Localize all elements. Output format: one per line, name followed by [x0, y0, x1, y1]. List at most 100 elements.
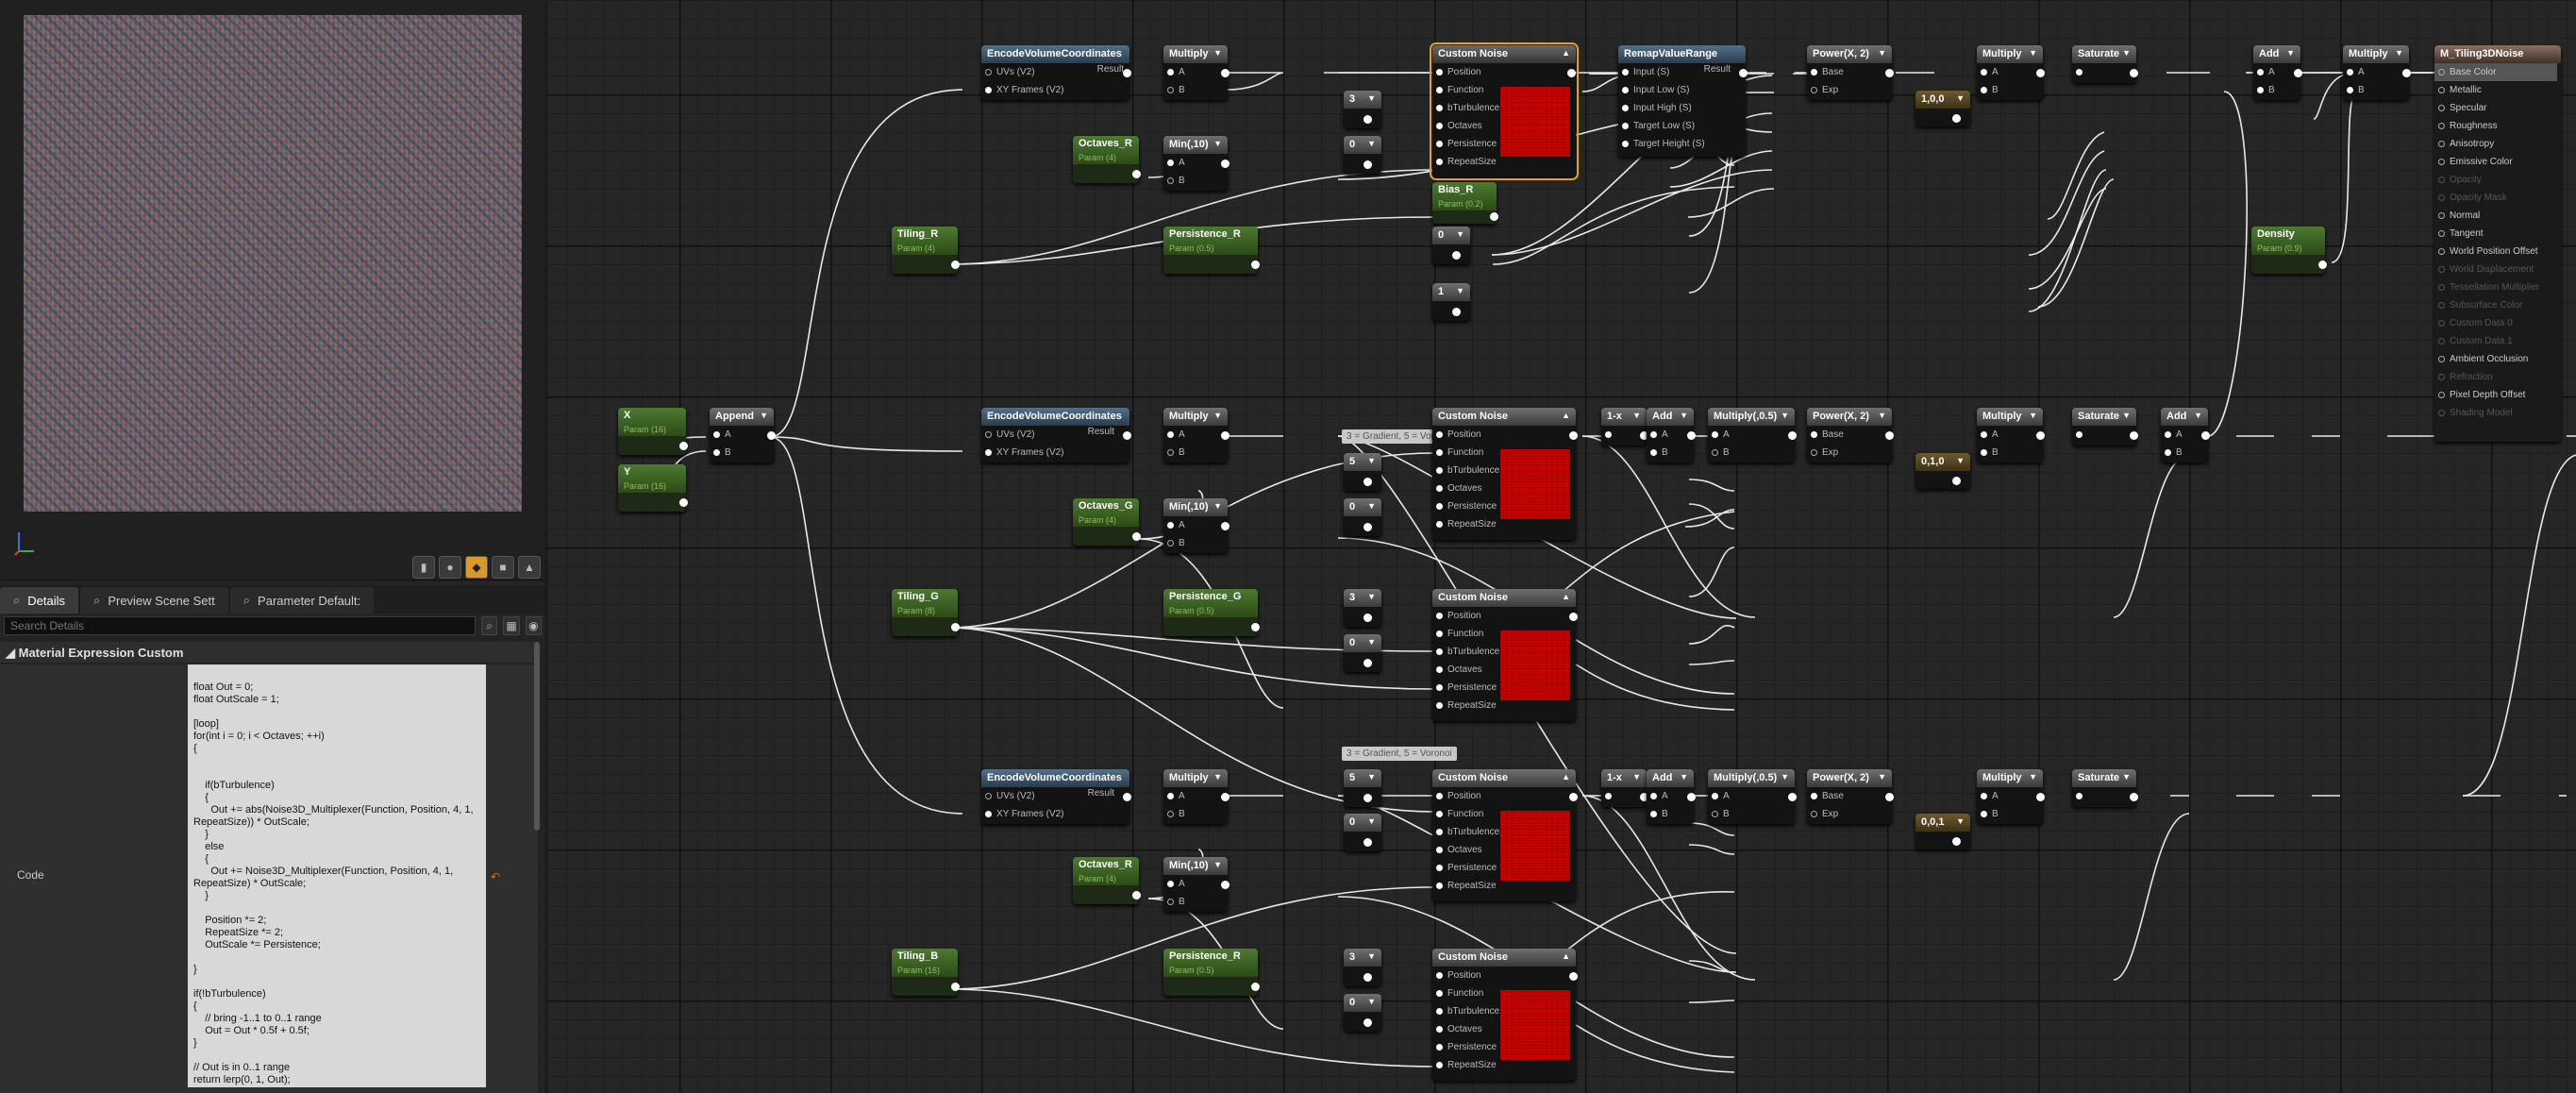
- result-output-pin[interactable]: [1123, 69, 1131, 77]
- one-minus-node-g[interactable]: 1-x ▼: [1601, 408, 1648, 446]
- tab-details[interactable]: ⌕ Details: [0, 587, 79, 614]
- multiply-node-b2[interactable]: Multiply ▼ A B: [1977, 769, 2045, 824]
- a-pin[interactable]: A: [1977, 63, 2043, 81]
- persistence-b-param-node[interactable]: Persistence_R Param (0.5): [1163, 949, 1260, 996]
- min-node-b[interactable]: Min(,10) ▼ A B: [1163, 857, 1229, 912]
- result-pin-refraction[interactable]: Refraction: [2434, 368, 2561, 386]
- min-node-g[interactable]: Min(,10) ▼ A B: [1163, 498, 1229, 553]
- custom-noise-node-b2[interactable]: Custom Noise ▲ Position Function bTurbule…: [1432, 949, 1578, 1081]
- target-high-pin[interactable]: Target Height (S): [1618, 135, 1746, 153]
- bias-r-param-node[interactable]: Bias_R Param (0.2): [1432, 182, 1498, 224]
- section-header[interactable]: ◢ Material Expression Custom: [0, 642, 538, 663]
- b-pin[interactable]: B: [2343, 81, 2409, 99]
- multiply-node-r2[interactable]: Multiply ▼ A B: [1977, 45, 2045, 100]
- a-pin[interactable]: A: [710, 426, 774, 444]
- output-pin[interactable]: [1221, 69, 1229, 77]
- xy-frames-pin[interactable]: XY Frames (V2): [981, 81, 1129, 99]
- add-node-final[interactable]: Add ▼ A B: [2253, 45, 2302, 100]
- output-pin[interactable]: [951, 261, 960, 269]
- multiply-half-node-b[interactable]: Multiply(,0.5) ▼ A B: [1708, 769, 1797, 824]
- constant-0-node[interactable]: 0 ▼: [1344, 136, 1381, 174]
- result-pin-subsurface-color[interactable]: Subsurface Color: [2434, 296, 2561, 314]
- constant-1-node[interactable]: 1 ▼: [1432, 283, 1470, 321]
- custom-noise-node-g2[interactable]: Custom Noise ▲ Position Function bTurbule…: [1432, 589, 1578, 721]
- b-pin[interactable]: B: [1163, 172, 1228, 190]
- result-pin-anisotropy[interactable]: Anisotropy: [2434, 135, 2561, 153]
- result-pin-base-color[interactable]: Base Color: [2434, 63, 2557, 81]
- position-pin[interactable]: Position: [1432, 63, 1576, 81]
- preview-viewport[interactable]: ▮ ● ◆ ■ ▲: [0, 0, 545, 580]
- y-param-node[interactable]: Y Param (16): [618, 464, 688, 512]
- cube-preview-icon[interactable]: ■: [492, 556, 514, 579]
- constant-0-node-b2[interactable]: 0 ▼: [1344, 994, 1381, 1032]
- saturate-node-b[interactable]: Saturate ▼: [2072, 769, 2138, 807]
- custom-noise-node-r[interactable]: Custom Noise ▲ Position Function bTurbule…: [1430, 42, 1579, 180]
- search-icon[interactable]: ⌕: [481, 616, 498, 635]
- code-textbox[interactable]: float Out = 0; float OutScale = 1; [loop…: [188, 664, 486, 1087]
- b-pin[interactable]: B: [710, 444, 774, 462]
- tiling-b-param-node[interactable]: Tiling_B Param (16): [892, 949, 960, 996]
- result-pin-opacity[interactable]: Opacity: [2434, 171, 2561, 189]
- result-pin-custom-data-1[interactable]: Custom Data 1: [2434, 332, 2561, 350]
- constant-3-node-g[interactable]: 3 ▼: [1344, 589, 1381, 627]
- result-pin-custom-data-0[interactable]: Custom Data 0: [2434, 314, 2561, 332]
- multiply-node-r[interactable]: Multiply ▼ A B: [1163, 45, 1229, 100]
- constant-5-node-b[interactable]: 5 ▼: [1344, 769, 1381, 807]
- constant-0-node-g2[interactable]: 0 ▼: [1344, 634, 1381, 672]
- result-pin-roughness[interactable]: Roughness: [2434, 117, 2561, 135]
- multiply-node-final[interactable]: Multiply ▼ A B: [2343, 45, 2411, 100]
- result-pin-world-position-offset[interactable]: World Position Offset: [2434, 243, 2561, 261]
- output-pin[interactable]: [1885, 69, 1894, 77]
- one-minus-node-b[interactable]: 1-x ▼: [1601, 769, 1648, 807]
- custom-noise-node-b1[interactable]: Custom Noise ▲ Position Function bTurbule…: [1432, 769, 1578, 901]
- base-pin[interactable]: Base: [1807, 63, 1892, 81]
- multiply-half-node-g[interactable]: Multiply(,0.5) ▼ A B: [1708, 408, 1797, 462]
- output-pin[interactable]: [1221, 160, 1229, 168]
- cylinder-preview-icon[interactable]: ▮: [412, 556, 435, 579]
- result-pin-opacity-mask[interactable]: Opacity Mask: [2434, 189, 2561, 207]
- output-pin[interactable]: [1132, 170, 1141, 178]
- material-result-node[interactable]: M_Tiling3DNoise Base Color Metallic Specul…: [2434, 45, 2561, 442]
- octaves-g-param-node[interactable]: Octaves_G Param (4): [1073, 498, 1141, 546]
- comment-bubble[interactable]: 3 = Gradient, 5 = Voronoi: [1342, 747, 1457, 761]
- vector-010-node[interactable]: 0,1,0 ▼: [1915, 453, 1970, 489]
- constant-0-node-g[interactable]: 0 ▼: [1344, 498, 1381, 536]
- a-pin[interactable]: A: [1163, 154, 1228, 172]
- encode-volume-coordinates-node-g[interactable]: EncodeVolumeCoordinates UVs (V2) XY Fram…: [981, 408, 1131, 462]
- tab-parameter-defaults[interactable]: ⌕ Parameter Default:: [229, 587, 375, 614]
- search-details-input[interactable]: [4, 616, 476, 635]
- exp-pin[interactable]: Exp: [1807, 81, 1892, 99]
- tiling-g-param-node[interactable]: Tiling_G Param (8): [892, 589, 960, 636]
- power-node-g[interactable]: Power(X, 2) ▼ Base Exp: [1807, 408, 1894, 462]
- result-pin-specular[interactable]: Specular: [2434, 99, 2561, 117]
- output-pin[interactable]: [1490, 212, 1498, 221]
- sphere-preview-icon[interactable]: ●: [439, 556, 461, 579]
- a-pin[interactable]: A: [1163, 63, 1228, 81]
- result-pin-pixel-depth-offset[interactable]: Pixel Depth Offset: [2434, 386, 2561, 404]
- target-low-pin[interactable]: Target Low (S): [1618, 117, 1746, 135]
- constant-3-node-b[interactable]: 3 ▼: [1344, 949, 1381, 986]
- output-pin[interactable]: [1567, 69, 1576, 77]
- constant-3-node[interactable]: 3 ▼: [1344, 91, 1381, 128]
- saturate-node-r[interactable]: Saturate ▼: [2072, 45, 2138, 83]
- encode-volume-coordinates-node-r[interactable]: EncodeVolumeCoordinates UVs (V2) XY Fram…: [981, 45, 1131, 100]
- input-high-pin[interactable]: Input High (S): [1618, 99, 1746, 117]
- result-pin-normal[interactable]: Normal: [2434, 207, 2561, 225]
- material-graph-canvas[interactable]: EncodeVolumeCoordinates UVs (V2) XY Fram…: [547, 0, 2576, 1093]
- multiply-node-b[interactable]: Multiply ▼ A B: [1163, 769, 1229, 824]
- multiply-node-g2[interactable]: Multiply ▼ A B: [1977, 408, 2045, 462]
- add-node-gb[interactable]: Add ▼ A B: [2161, 408, 2210, 462]
- input-low-pin[interactable]: Input Low (S): [1618, 81, 1746, 99]
- density-param-node[interactable]: Density Param (0.9): [2251, 227, 2327, 274]
- b-pin[interactable]: B: [1977, 81, 2043, 99]
- multiply-node-g[interactable]: Multiply ▼ A B: [1163, 408, 1229, 462]
- encode-volume-coordinates-node-b[interactable]: EncodeVolumeCoordinates UVs (V2) XY Fram…: [981, 769, 1131, 824]
- constant-0-node-b1[interactable]: 0 ▼: [1344, 814, 1381, 851]
- result-pin-emissive-color[interactable]: Emissive Color: [2434, 153, 2561, 171]
- append-node[interactable]: Append ▼ A B: [710, 408, 776, 462]
- b-pin[interactable]: B: [2253, 81, 2300, 99]
- min-node-r[interactable]: Min(,10) ▼ A B: [1163, 136, 1229, 191]
- eye-icon[interactable]: ◉: [525, 616, 542, 635]
- result-pin-metallic[interactable]: Metallic: [2434, 81, 2561, 99]
- vector-001-node[interactable]: 0,0,1 ▼: [1915, 814, 1970, 849]
